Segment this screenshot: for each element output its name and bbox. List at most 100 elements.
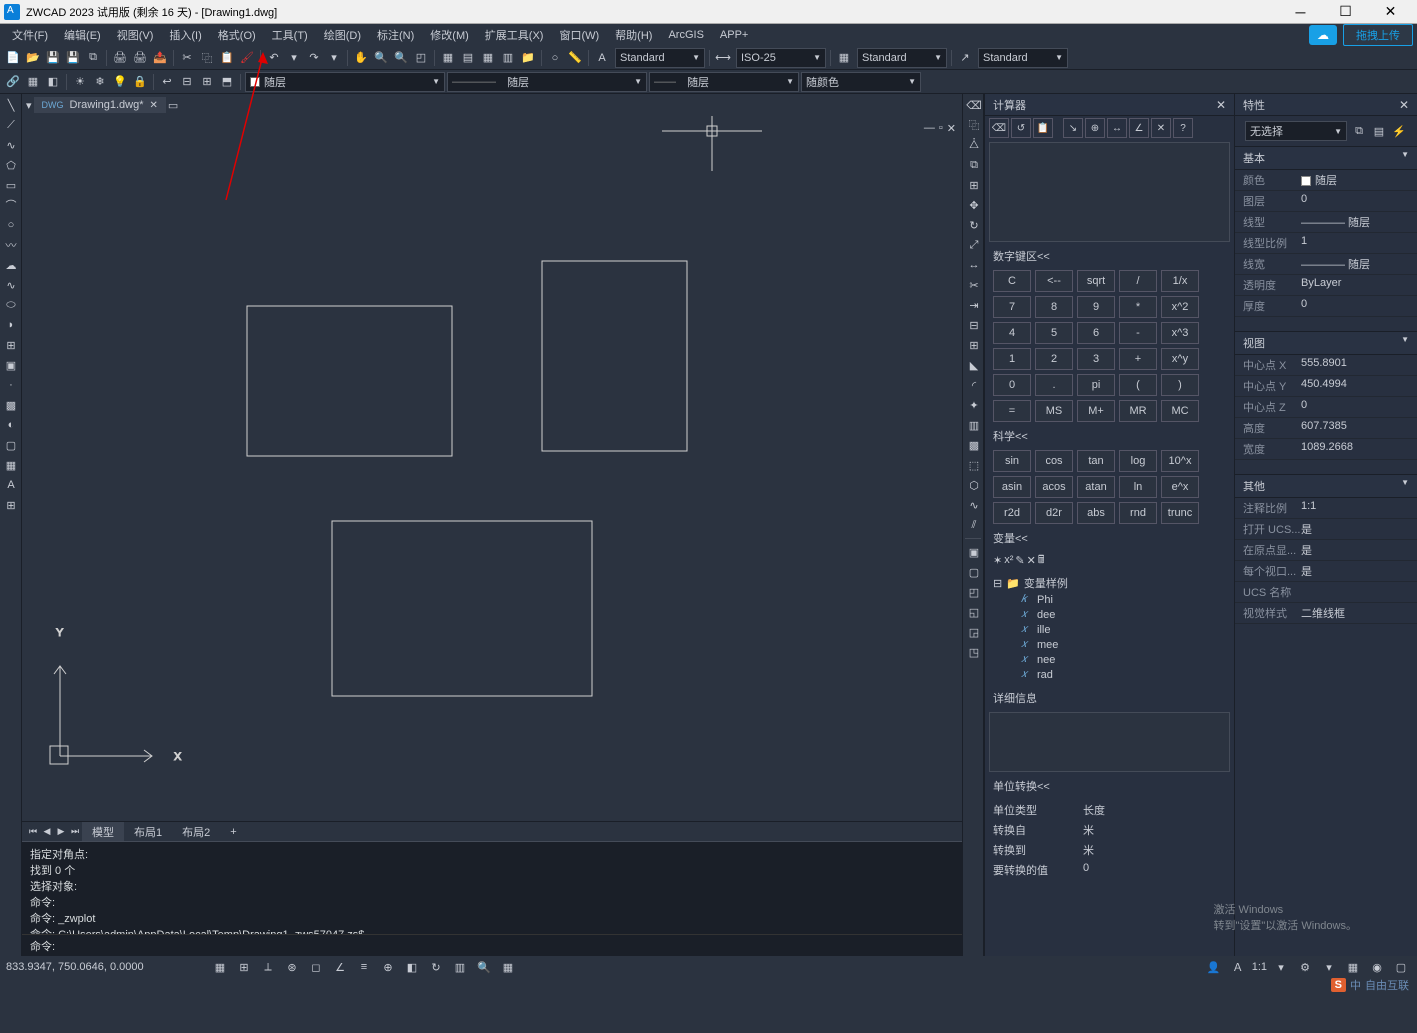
ellipse-icon[interactable]: ⬭ [2, 296, 20, 314]
menu-help[interactable]: 帮助(H) [607, 25, 660, 45]
array-icon[interactable]: ⊞ [965, 176, 983, 194]
var-dee[interactable]: 𝑥dee [1021, 607, 1226, 622]
close-tab-icon[interactable]: ✕ [150, 100, 158, 111]
anno-scale-dd[interactable]: ▾ [1271, 958, 1291, 976]
menu-file[interactable]: 文件(F) [4, 25, 56, 45]
prop-row[interactable]: 图层0 [1235, 191, 1417, 212]
menu-tools[interactable]: 工具(T) [264, 25, 316, 45]
calc-key-MS[interactable]: MS [1035, 400, 1073, 422]
var-ille[interactable]: 𝑥ille [1021, 622, 1226, 637]
calc-key-5[interactable]: 5 [1035, 322, 1073, 344]
anno-auto-icon[interactable]: Ａ [1228, 958, 1248, 976]
lwt-toggle[interactable]: ≡ [354, 958, 374, 976]
layeriso-icon[interactable]: ☀ [71, 73, 89, 91]
zoomwin-icon[interactable]: ◰ [412, 49, 430, 67]
layerprev-icon[interactable]: ↩ [158, 73, 176, 91]
chamfer-icon[interactable]: ◣ [965, 356, 983, 374]
order-back-icon[interactable]: ▢ [965, 563, 983, 581]
var-rad[interactable]: 𝑥rad [1021, 667, 1226, 682]
calc-key-rnd[interactable]: rnd [1119, 502, 1157, 524]
new-icon[interactable]: 📄 [4, 49, 22, 67]
calc-close-icon[interactable]: ✕ [1216, 98, 1226, 112]
layer-state-icon[interactable]: ◧ [44, 73, 62, 91]
calc-key-6[interactable]: 6 [1077, 322, 1115, 344]
filetab-dd-icon[interactable]: ▾ [26, 99, 32, 112]
mleaderstyle-combo[interactable]: Standard▼ [978, 48, 1068, 68]
calc-key-tan[interactable]: tan [1077, 450, 1115, 472]
order-front-icon[interactable]: ▣ [965, 543, 983, 561]
calc-key-<--[interactable]: <-- [1035, 270, 1073, 292]
layer-manager-icon[interactable]: ▦ [24, 73, 42, 91]
drag-upload-button[interactable]: 拖拽上传 [1343, 24, 1413, 46]
spline2-icon[interactable]: ∿ [2, 276, 20, 294]
matchprop-icon[interactable]: 🖌 [238, 49, 256, 67]
viewport-controls[interactable]: — ▫ ✕ [924, 122, 956, 135]
prop-row[interactable]: 每个视口...是 [1235, 561, 1417, 582]
order-under-icon[interactable]: ◱ [965, 603, 983, 621]
order-text-icon[interactable]: ◲ [965, 623, 983, 641]
bedit-icon[interactable]: ⬚ [965, 456, 983, 474]
calc-key-9[interactable]: 9 [1077, 296, 1115, 318]
insert-icon[interactable]: ⊞ [2, 336, 20, 354]
calc-key-cos[interactable]: cos [1035, 450, 1073, 472]
calc-key-asin[interactable]: asin [993, 476, 1031, 498]
menu-view[interactable]: 视图(V) [109, 25, 162, 45]
region-icon[interactable]: ▢ [2, 436, 20, 454]
erase-icon[interactable]: ⌫ [965, 96, 983, 114]
menu-annotate[interactable]: 标注(N) [369, 25, 422, 45]
menu-insert[interactable]: 插入(I) [161, 25, 209, 45]
stretch-icon[interactable]: ↔ [965, 256, 983, 274]
calc-key-8[interactable]: 8 [1035, 296, 1073, 318]
anno-vis-icon[interactable]: 👤 [1204, 958, 1224, 976]
layerlock-icon[interactable]: 🔒 [131, 73, 149, 91]
unit-section[interactable]: 单位转换<< [985, 774, 1234, 798]
var-calc-icon[interactable]: 🖩 [1038, 551, 1045, 570]
layout-prev-icon[interactable]: ◀ [40, 824, 54, 840]
tablestyle-combo[interactable]: Standard▼ [857, 48, 947, 68]
undo-icon[interactable]: ↶ [265, 49, 283, 67]
calc-key-3[interactable]: 3 [1077, 348, 1115, 370]
calc-key-atan[interactable]: atan [1077, 476, 1115, 498]
calc-key-7[interactable]: 7 [993, 296, 1031, 318]
layout-model-tab[interactable]: 模型 [82, 822, 124, 842]
gradient-icon[interactable]: ◐ [2, 416, 20, 434]
layermatch-icon[interactable]: ⬒ [218, 73, 236, 91]
calc-key-acos[interactable]: acos [1035, 476, 1073, 498]
calc-x-icon[interactable]: ✕ [1151, 118, 1171, 138]
zoomprev-icon[interactable]: 🔍 [392, 49, 410, 67]
polar-toggle[interactable]: ⊛ [282, 958, 302, 976]
calc-key-M+[interactable]: M+ [1077, 400, 1115, 422]
prop-row[interactable]: 视觉样式二维线框 [1235, 603, 1417, 624]
anno-scale[interactable]: 1:1 [1252, 961, 1267, 973]
redo-dd-icon[interactable]: ▾ [325, 49, 343, 67]
offset-icon[interactable]: ⧉ [965, 156, 983, 174]
viewport-max-icon[interactable]: ▫ [939, 122, 943, 135]
scale-icon[interactable]: ⤢ [965, 236, 983, 254]
calc-key-ln[interactable]: ln [1119, 476, 1157, 498]
lineweight-combo[interactable]: —— 随层▼ [649, 72, 799, 92]
order-hatch-icon[interactable]: ◳ [965, 643, 983, 661]
numpad-section[interactable]: 数字键区<< [985, 244, 1234, 268]
hatchedit-icon[interactable]: ▩ [965, 436, 983, 454]
order-above-icon[interactable]: ◰ [965, 583, 983, 601]
close-button[interactable]: ✕ [1368, 1, 1413, 23]
extend-icon[interactable]: ⇥ [965, 296, 983, 314]
prop-row[interactable]: 厚度0 [1235, 296, 1417, 317]
var-section[interactable]: 变量<< [985, 526, 1234, 550]
command-input[interactable]: 命令: [22, 934, 962, 956]
calc-key-*[interactable]: * [1119, 296, 1157, 318]
dyn-toggle[interactable]: ⊕ [378, 958, 398, 976]
open-icon[interactable]: 📂 [24, 49, 42, 67]
calc-key-r2d[interactable]: r2d [993, 502, 1031, 524]
calc-key-2[interactable]: 2 [1035, 348, 1073, 370]
calc-key-1/x[interactable]: 1/x [1161, 270, 1199, 292]
calc-key--[interactable]: - [1119, 322, 1157, 344]
circle-icon[interactable]: ○ [546, 49, 564, 67]
props-selector[interactable]: 无选择▼ [1245, 121, 1347, 141]
calc-key-MC[interactable]: MC [1161, 400, 1199, 422]
workspace-dd[interactable]: ▾ [1319, 958, 1339, 976]
calc-paste-icon[interactable]: 📋 [1033, 118, 1053, 138]
calc-key-d2r[interactable]: d2r [1035, 502, 1073, 524]
pline-icon[interactable]: ∿ [2, 136, 20, 154]
var-edit-icon[interactable]: ✎ [1015, 554, 1024, 567]
